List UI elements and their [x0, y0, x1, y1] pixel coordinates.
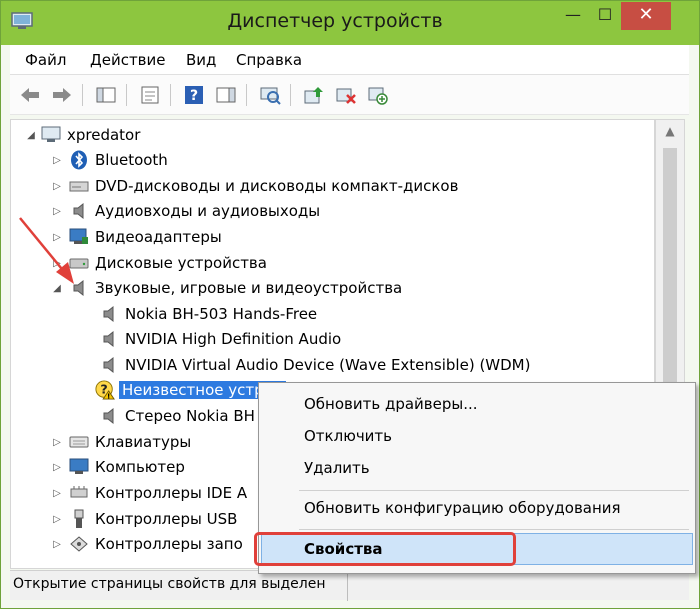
annotation-arrow-icon: [19, 217, 74, 284]
